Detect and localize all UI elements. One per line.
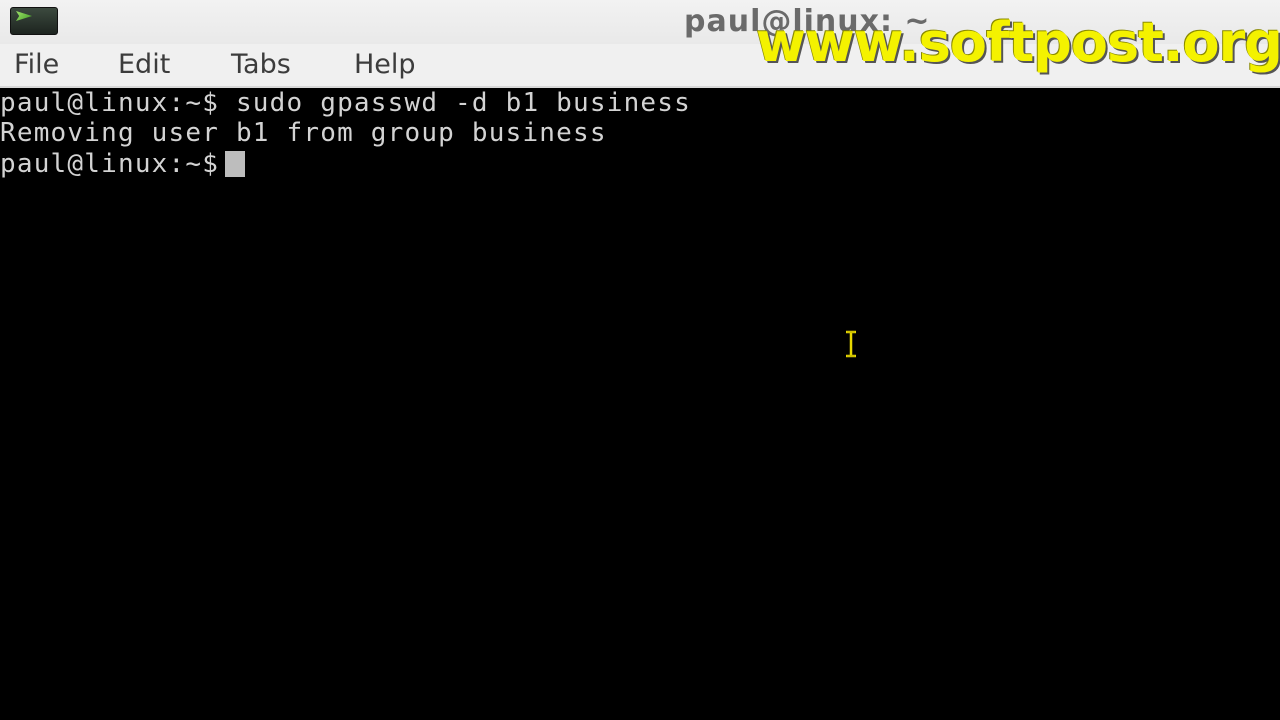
terminal-line: paul@linux:~$ sudo gpasswd -d b1 busines… — [0, 88, 691, 118]
menu-edit[interactable]: Edit — [118, 48, 170, 82]
menu-help[interactable]: Help — [354, 48, 416, 82]
terminal-prompt: paul@linux:~$ — [0, 88, 220, 118]
terminal-window: paul@linux: ~ File Edit Tabs Help www.so… — [0, 0, 1280, 720]
terminal-icon — [10, 7, 58, 35]
terminal-prompt: paul@linux:~$ — [0, 149, 220, 179]
prompt-glyph-icon — [16, 11, 32, 21]
terminal-output: Removing user b1 from group business — [0, 118, 607, 148]
terminal-output-area[interactable]: paul@linux:~$ sudo gpasswd -d b1 busines… — [0, 88, 1280, 720]
watermark-logo: www.softpost.org — [756, 11, 1280, 74]
menu-file[interactable]: File — [14, 48, 59, 82]
text-cursor — [225, 151, 246, 177]
menu-tabs[interactable]: Tabs — [231, 48, 291, 82]
terminal-command: sudo gpasswd -d b1 business — [219, 88, 691, 118]
terminal-line: paul@linux:~$ — [0, 149, 246, 179]
terminal-line: Removing user b1 from group business — [0, 118, 607, 148]
ibeam-cursor-icon — [846, 330, 856, 358]
